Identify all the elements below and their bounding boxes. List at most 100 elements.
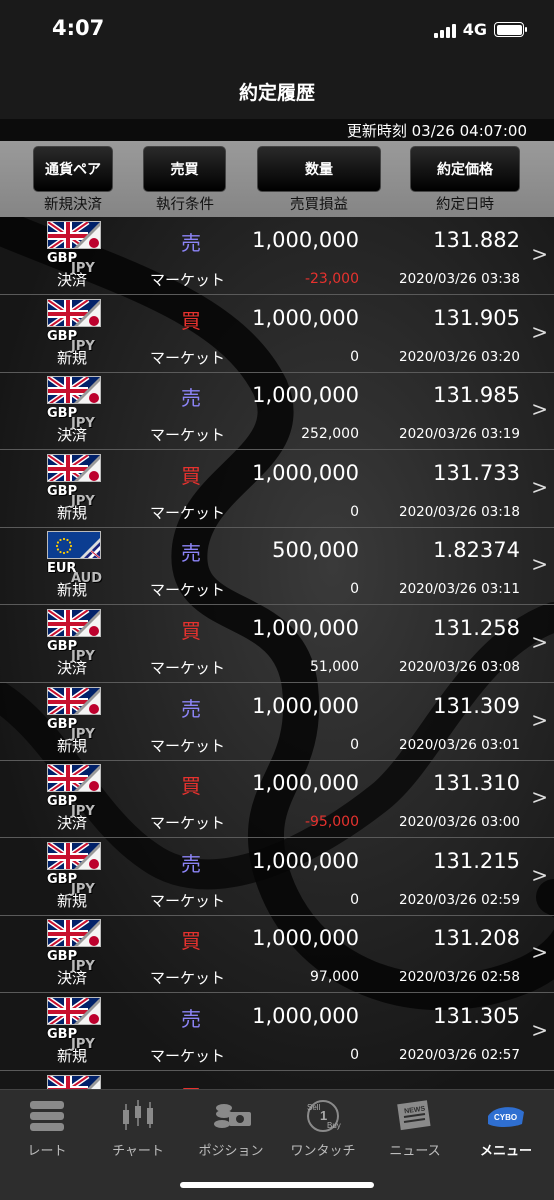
- chevron-right-icon[interactable]: >: [531, 475, 548, 499]
- trade-row[interactable]: GBP JPY 決済 買 マーケット 1,000,000 51,000 131.…: [0, 605, 554, 683]
- execution-condition: マーケット: [150, 659, 226, 677]
- trade-kind: 決済: [57, 814, 88, 833]
- trade-side: 売: [181, 851, 201, 876]
- trade-row[interactable]: GBP JPY 決済 売 マーケット 1,000,000 -23,000 131…: [0, 217, 554, 295]
- chevron-right-icon[interactable]: >: [531, 863, 548, 887]
- one-touch-icon: Sell 1 Buy: [307, 1100, 341, 1132]
- chevron-right-icon[interactable]: >: [531, 320, 548, 344]
- execution-condition: マーケット: [150, 503, 226, 522]
- tab-menu-label: メニュー: [479, 1144, 532, 1159]
- trade-side: 買: [181, 308, 201, 333]
- trade-kind: 新規: [57, 348, 88, 367]
- tab-chart[interactable]: チャート: [92, 1094, 184, 1164]
- trade-kind: 新規: [57, 1047, 88, 1065]
- trade-kind: 決済: [57, 659, 88, 677]
- trade-row[interactable]: GBP JPY 決済 買 マーケット 1,000,000 -95,000 131…: [0, 760, 554, 839]
- trade-quantity: 1,000,000: [252, 1004, 359, 1028]
- header-sub-condition: 執行条件: [156, 197, 214, 213]
- trade-pnl: 51,000: [310, 659, 359, 675]
- currency-pair-flag: GBP JPY: [47, 919, 101, 974]
- flag-icon: [47, 919, 101, 948]
- chart-icon: [123, 1100, 153, 1130]
- trade-quantity: 1,000,000: [252, 228, 359, 252]
- column-header: 通貨ペア 売買 数量 約定価格 新規決済 執行条件 売買損益 約定日時: [0, 141, 554, 217]
- sort-currency-pair-button[interactable]: 通貨ペア: [33, 146, 113, 192]
- svg-text:CYBO: CYBO: [494, 1113, 517, 1122]
- trade-kind: 新規: [57, 736, 88, 755]
- trade-side: 買: [181, 774, 201, 799]
- currency-pair-flag: GBP JPY: [47, 376, 101, 431]
- battery-icon: [494, 22, 527, 37]
- chevron-right-icon[interactable]: >: [531, 708, 548, 732]
- chevron-right-icon[interactable]: >: [531, 630, 548, 654]
- execution-price: 131.305: [433, 1004, 520, 1028]
- trade-side: 売: [181, 386, 201, 411]
- tab-position[interactable]: ポジション: [185, 1094, 277, 1164]
- currency-pair-flag: GBP JPY: [47, 453, 101, 509]
- execution-condition: マーケット: [150, 348, 226, 367]
- trade-history-list[interactable]: GBP JPY 決済 売 マーケット 1,000,000 -23,000 131…: [0, 217, 554, 1089]
- sort-price-button[interactable]: 約定価格: [410, 146, 520, 192]
- trade-kind: 決済: [57, 271, 88, 289]
- execution-price: 131.733: [433, 460, 520, 485]
- trade-pnl: -23,000: [304, 271, 359, 287]
- title-bar: 約定履歴: [0, 60, 554, 120]
- sort-quantity-button[interactable]: 数量: [257, 146, 381, 192]
- trade-row[interactable]: GBP JPY 決済 買 マーケット 1,000,000 97,000 131.…: [0, 915, 554, 994]
- execution-condition: マーケット: [150, 814, 226, 833]
- execution-datetime: 2020/03/26 03:18: [398, 503, 520, 520]
- tab-one-touch[interactable]: Sell 1 Buy ワンタッチ: [277, 1094, 369, 1164]
- trade-kind: 新規: [57, 503, 88, 522]
- flag-icon: [47, 531, 101, 560]
- trade-row[interactable]: GBP JPY 新規 売 マーケット 1,000,000 0 131.215 2…: [0, 838, 554, 916]
- execution-condition: マーケット: [150, 969, 226, 988]
- chevron-right-icon[interactable]: >: [531, 242, 548, 266]
- execution-price: 131.215: [433, 848, 520, 873]
- update-bar: 更新時刻 03/26 04:07:00: [0, 119, 554, 141]
- trade-quantity: 1,000,000: [252, 926, 359, 951]
- execution-condition: マーケット: [150, 736, 226, 755]
- trade-row[interactable]: EUR AUD 新規 売 マーケット 500,000 0 1.82374 202…: [0, 527, 554, 606]
- chevron-right-icon[interactable]: >: [531, 397, 548, 421]
- trade-row[interactable]: GBP JPY 新規 買 マーケット 1,000,000 0 131.905 2…: [0, 295, 554, 373]
- sort-side-button[interactable]: 売買: [143, 146, 226, 192]
- trade-pnl: 0: [350, 891, 359, 908]
- chevron-right-icon[interactable]: >: [531, 1018, 548, 1042]
- tab-menu[interactable]: CYBO メニュー: [460, 1094, 552, 1164]
- trade-pnl: 0: [350, 503, 359, 520]
- currency-pair-flag: GBP JPY: [47, 298, 101, 354]
- currency-pair-flag: EUR AUD: [47, 531, 102, 586]
- trade-pnl: 0: [350, 1047, 359, 1063]
- trade-row[interactable]: GBP JPY 新規 売 マーケット 1,000,000 0 131.305 2…: [0, 993, 554, 1071]
- execution-price: 1.82374: [433, 538, 520, 563]
- tab-rate-label: レート: [27, 1144, 67, 1159]
- trade-pnl: 0: [350, 736, 359, 753]
- chevron-right-icon[interactable]: >: [531, 552, 548, 576]
- header-sub-kind: 新規決済: [44, 197, 102, 213]
- trade-row[interactable]: GBP JPY 新規 買 マーケット 1,000,000 0 131.733 2…: [0, 450, 554, 528]
- flag-icon: [47, 764, 101, 793]
- flag-icon: [47, 841, 101, 870]
- flag-icon: [47, 298, 101, 327]
- tab-news[interactable]: NEWS ニュース: [369, 1094, 461, 1164]
- chevron-right-icon[interactable]: >: [531, 940, 548, 964]
- execution-datetime: 2020/03/26 02:57: [398, 1047, 520, 1063]
- chevron-right-icon[interactable]: >: [531, 785, 548, 809]
- trade-row[interactable]: GBP JPY 決済 売 マーケット 1,000,000 252,000 131…: [0, 372, 554, 451]
- flag-icon: [47, 997, 101, 1025]
- tab-rate[interactable]: レート: [1, 1094, 93, 1164]
- execution-datetime: 2020/03/26 02:58: [398, 969, 520, 986]
- trade-quantity: 500,000: [272, 538, 359, 563]
- svg-text:Sell: Sell: [307, 1103, 321, 1112]
- status-bar: 4:07 4G: [0, 0, 554, 60]
- trade-quantity: 1,000,000: [252, 616, 359, 640]
- execution-condition: マーケット: [150, 891, 226, 910]
- trade-side: 売: [181, 541, 201, 566]
- currency-pair-flag: GBP JPY: [47, 686, 101, 742]
- trade-side: 買: [181, 929, 201, 954]
- trade-pnl: 0: [350, 348, 359, 365]
- trade-row[interactable]: GBP JPY 買: [0, 1071, 554, 1089]
- trade-side: 買: [181, 1081, 201, 1089]
- trade-row[interactable]: GBP JPY 新規 売 マーケット 1,000,000 0 131.309 2…: [0, 683, 554, 761]
- trade-pnl: 252,000: [301, 426, 359, 443]
